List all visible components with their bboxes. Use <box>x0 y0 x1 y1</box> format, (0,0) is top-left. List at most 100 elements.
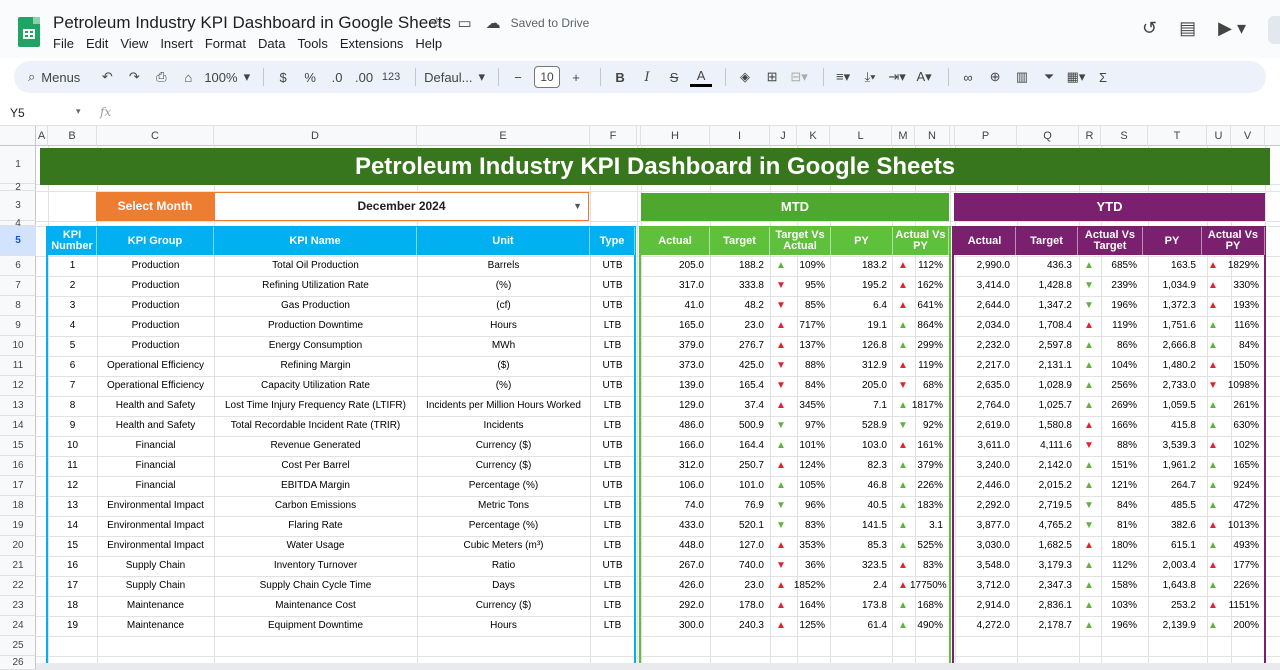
row-header-14[interactable]: 14 <box>0 416 36 436</box>
font-size-input[interactable]: 10 <box>534 66 561 88</box>
sheets-logo-icon[interactable] <box>18 17 40 47</box>
zoom-select[interactable]: 100% ▾ <box>204 65 250 89</box>
column-header-n[interactable]: N <box>915 126 950 146</box>
redo-icon[interactable]: ↷ <box>123 65 145 89</box>
column-header-e[interactable]: E <box>417 126 590 146</box>
menu-view[interactable]: View <box>120 36 160 51</box>
column-header-r[interactable]: R <box>1079 126 1101 146</box>
move-folder-icon[interactable]: ▭ <box>457 14 471 32</box>
row-header-25[interactable]: 25 <box>0 636 36 656</box>
column-header-i[interactable]: I <box>710 126 770 146</box>
column-header-s[interactable]: S <box>1101 126 1148 146</box>
row-header-22[interactable]: 22 <box>0 576 36 596</box>
horizontal-scrollbar[interactable] <box>36 663 1280 670</box>
column-header-c[interactable]: C <box>97 126 214 146</box>
paint-format-icon[interactable]: ⌂ <box>177 65 199 89</box>
column-header-m[interactable]: M <box>892 126 915 146</box>
name-box-dropdown-icon[interactable]: ▾ <box>76 106 81 117</box>
insert-link-icon[interactable]: ∞ <box>957 65 979 89</box>
row-header-2[interactable]: 2 <box>0 182 36 193</box>
column-header-v[interactable]: V <box>1231 126 1265 146</box>
menus-search-button[interactable]: ⌕ Menus <box>28 65 80 89</box>
row-header-8[interactable]: 8 <box>0 296 36 316</box>
meet-video-icon[interactable]: ▶ ▾ <box>1218 18 1246 39</box>
functions-icon[interactable]: Σ <box>1092 65 1114 89</box>
column-header-h[interactable]: H <box>641 126 710 146</box>
row-header-19[interactable]: 19 <box>0 516 36 536</box>
font-select[interactable]: Defaul... ▾ <box>424 65 485 89</box>
row-header-16[interactable]: 16 <box>0 456 36 476</box>
row-header-1[interactable]: 1 <box>0 146 36 184</box>
comments-icon[interactable]: ▤ <box>1179 18 1196 39</box>
row-header-24[interactable]: 24 <box>0 616 36 636</box>
percent-format-button[interactable]: % <box>299 65 321 89</box>
side-panel-toggle[interactable] <box>1268 16 1280 44</box>
borders-icon[interactable]: ⊞ <box>761 65 783 89</box>
column-header-f[interactable]: F <box>590 126 637 146</box>
insert-chart-icon[interactable]: ▥ <box>1011 65 1033 89</box>
sheet-area[interactable]: Petroleum Industry KPI Dashboard in Goog… <box>36 146 1280 670</box>
month-dropdown[interactable]: December 2024 ▼ <box>214 192 589 221</box>
row-header-21[interactable]: 21 <box>0 556 36 576</box>
filter-views-icon[interactable]: ▦▾ <box>1065 65 1087 89</box>
increase-font-size-icon[interactable]: + <box>565 65 587 89</box>
menu-data[interactable]: Data <box>258 36 297 51</box>
menu-extensions[interactable]: Extensions <box>340 36 416 51</box>
row-header-12[interactable]: 12 <box>0 376 36 396</box>
horizontal-align-icon[interactable]: ≡▾ <box>832 65 854 89</box>
menu-insert[interactable]: Insert <box>160 36 205 51</box>
text-color-icon[interactable]: A <box>690 67 713 87</box>
text-wrap-icon[interactable]: ⇥▾ <box>886 65 908 89</box>
row-header-20[interactable]: 20 <box>0 536 36 556</box>
strikethrough-icon[interactable]: S <box>663 65 685 89</box>
star-icon[interactable]: ☆ <box>430 14 443 32</box>
menu-tools[interactable]: Tools <box>297 36 339 51</box>
filter-icon[interactable]: ⏷ <box>1038 65 1060 89</box>
row-header-9[interactable]: 9 <box>0 316 36 336</box>
fill-color-icon[interactable]: ◈ <box>734 65 756 89</box>
column-header-p[interactable]: P <box>955 126 1017 146</box>
currency-format-button[interactable]: $ <box>272 65 294 89</box>
print-icon[interactable]: ⎙ <box>150 65 172 89</box>
increase-decimal-icon[interactable]: .00 <box>353 65 375 89</box>
row-header-26[interactable]: 26 <box>0 656 36 670</box>
bold-icon[interactable]: B <box>609 65 631 89</box>
column-header-a[interactable]: A <box>36 126 48 146</box>
undo-icon[interactable]: ↶ <box>96 65 118 89</box>
column-header-j[interactable]: J <box>770 126 797 146</box>
row-header-11[interactable]: 11 <box>0 356 36 376</box>
row-header-7[interactable]: 7 <box>0 276 36 296</box>
menu-help[interactable]: Help <box>415 36 454 51</box>
select-all-corner[interactable] <box>0 126 36 146</box>
menu-file[interactable]: File <box>53 36 86 51</box>
merge-cells-icon[interactable]: ⊟▾ <box>788 65 810 89</box>
document-title[interactable]: Petroleum Industry KPI Dashboard in Goog… <box>53 13 451 33</box>
row-header-3[interactable]: 3 <box>0 191 36 221</box>
decrease-decimal-icon[interactable]: .0 <box>326 65 348 89</box>
menu-format[interactable]: Format <box>205 36 258 51</box>
version-history-icon[interactable]: ↺ <box>1142 18 1157 39</box>
vertical-align-icon[interactable]: ⤓▾ <box>859 65 881 89</box>
column-header-q[interactable]: Q <box>1017 126 1079 146</box>
row-header-18[interactable]: 18 <box>0 496 36 516</box>
column-header-k[interactable]: K <box>797 126 830 146</box>
row-header-23[interactable]: 23 <box>0 596 36 616</box>
column-header-l[interactable]: L <box>830 126 892 146</box>
column-header-u[interactable]: U <box>1207 126 1231 146</box>
row-header-5[interactable]: 5 <box>0 226 36 256</box>
row-header-13[interactable]: 13 <box>0 396 36 416</box>
menu-edit[interactable]: Edit <box>86 36 120 51</box>
text-rotation-icon[interactable]: A▾ <box>913 65 935 89</box>
row-header-6[interactable]: 6 <box>0 256 36 276</box>
more-formats-button[interactable]: 123 <box>380 65 402 89</box>
row-header-15[interactable]: 15 <box>0 436 36 456</box>
insert-comment-icon[interactable]: ⊕ <box>984 65 1006 89</box>
decrease-font-size-icon[interactable]: − <box>507 65 529 89</box>
row-header-10[interactable]: 10 <box>0 336 36 356</box>
column-header-d[interactable]: D <box>214 126 417 146</box>
row-header-17[interactable]: 17 <box>0 476 36 496</box>
italic-icon[interactable]: I <box>636 65 658 89</box>
name-box[interactable]: Y5 <box>10 106 25 120</box>
column-header-b[interactable]: B <box>48 126 97 146</box>
column-header-t[interactable]: T <box>1148 126 1207 146</box>
